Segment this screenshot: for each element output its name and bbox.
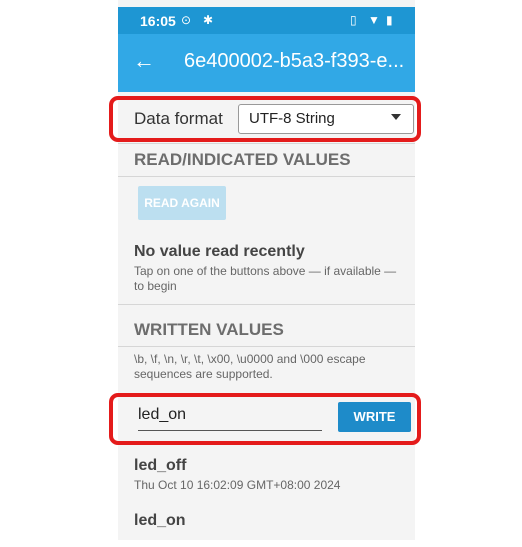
battery-icon: ▮ [386, 13, 393, 27]
no-value-hint: Tap on one of the buttons above — if ava… [134, 264, 397, 293]
data-format-highlight [109, 96, 421, 142]
characteristic-content: Data format UTF-8 String READ/INDICATED … [118, 92, 415, 540]
history-value: led_on [134, 512, 186, 529]
page-title: 6e400002-b5a3-f393-e... [184, 50, 405, 72]
escape-note: \b, \f, \n, \r, \t, \x00, \u0000 and \00… [134, 352, 366, 381]
read-again-button[interactable]: READ AGAIN [138, 186, 226, 220]
written-section-heading: WRITTEN VALUES [134, 320, 284, 339]
phone-screen: 16:05 ⊙ ✱ ▯ ▼ ▮ ← 6e400002-b5a3-f393-e..… [118, 0, 415, 540]
record-icon: ⊙ [181, 13, 192, 27]
divider [118, 176, 415, 177]
bluetooth-icon: ✱ [203, 13, 214, 27]
read-section-heading: READ/INDICATED VALUES [134, 150, 351, 169]
divider [118, 304, 415, 305]
history-value: led_off [134, 457, 187, 474]
write-row-highlight [109, 393, 421, 445]
divider [118, 143, 415, 144]
vibrate-icon: ▯ [350, 13, 357, 27]
history-time: Thu Oct 10 16:02:09 GMT+08:00 2024 [134, 478, 341, 492]
back-arrow-icon[interactable]: ← [133, 48, 155, 74]
status-bar: 16:05 ⊙ ✱ ▯ ▼ ▮ [118, 7, 415, 34]
divider [118, 346, 415, 347]
no-value-title: No value read recently [134, 243, 305, 260]
status-time: 16:05 [140, 13, 176, 29]
wifi-icon: ▼ [368, 13, 380, 27]
app-bar: ← 6e400002-b5a3-f393-e... [118, 34, 415, 92]
